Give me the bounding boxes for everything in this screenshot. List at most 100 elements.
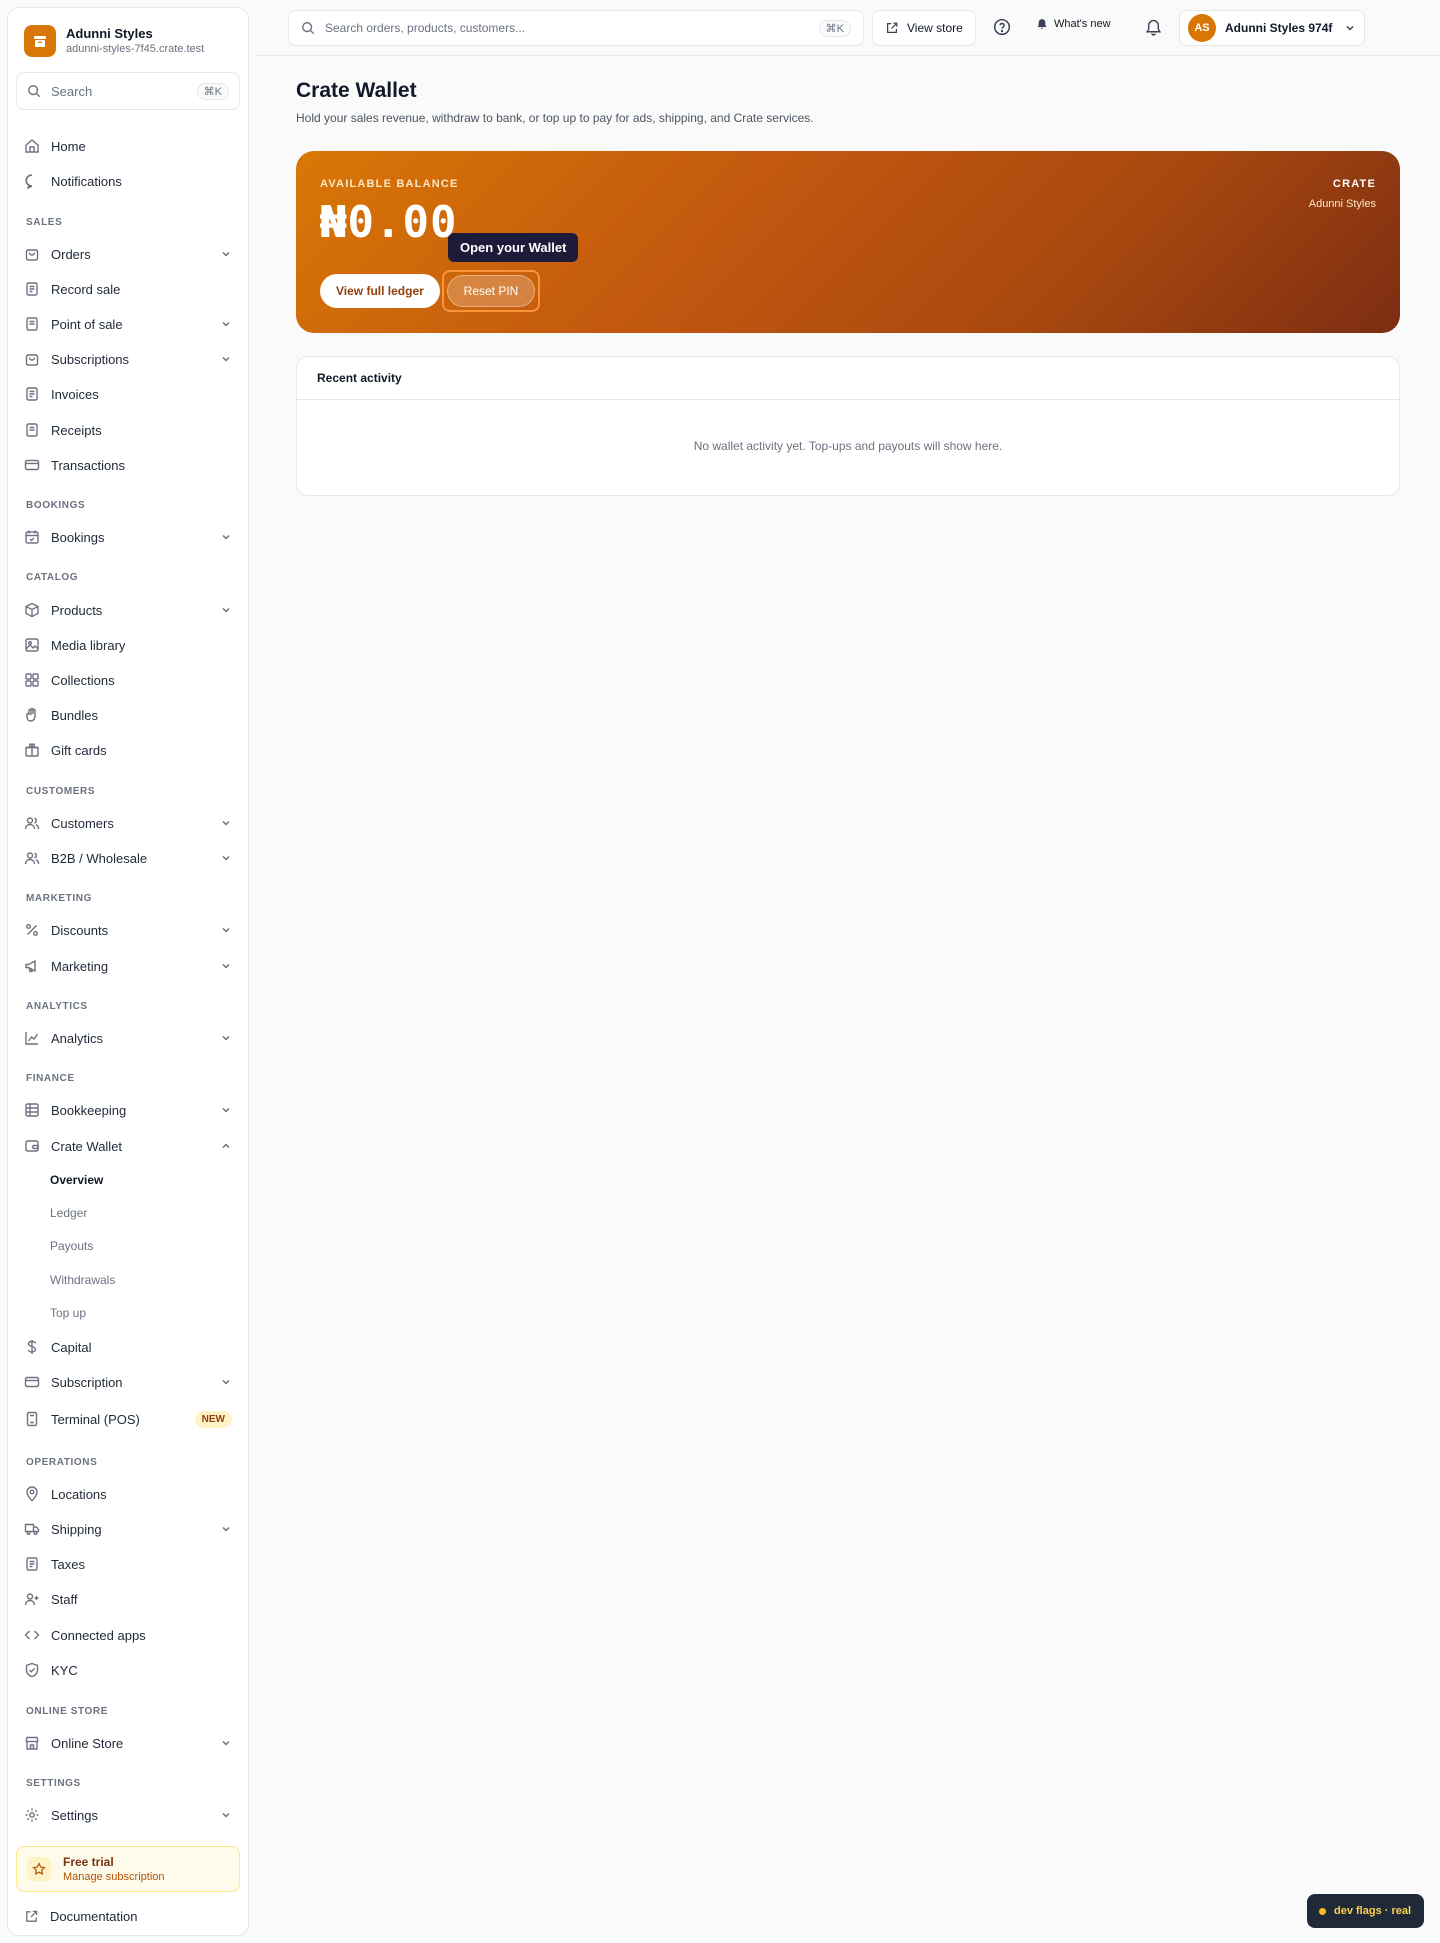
section-marketing: MARKETING: [26, 893, 92, 904]
sidebar-item-online-store[interactable]: Online Store: [16, 1728, 240, 1758]
help-circle-icon: [993, 18, 1011, 36]
chevron-down-icon: [222, 1812, 230, 1818]
sidebar-item-transactions[interactable]: Transactions: [16, 450, 240, 480]
pos-terminal-icon: [26, 1411, 38, 1427]
sidebar-item-b2b-wholesale[interactable]: B2B / Wholesale: [16, 843, 240, 873]
wallet-sub-top-up[interactable]: Top up: [50, 1306, 86, 1320]
wallet-sub-payouts[interactable]: Payouts: [50, 1239, 93, 1253]
wallet-sub-ledger[interactable]: Ledger: [50, 1206, 87, 1220]
documentation-link[interactable]: Documentation: [24, 1909, 137, 1924]
section-bookings: BOOKINGS: [26, 500, 86, 511]
sidebar-item-discounts[interactable]: Discounts: [16, 915, 240, 945]
chevron-down-icon: [222, 1379, 230, 1385]
sidebar-item-media-library[interactable]: Media library: [16, 630, 240, 660]
whats-new-button[interactable]: What's new: [1036, 18, 1111, 30]
notifications-button[interactable]: [1142, 16, 1164, 38]
wallet-sub-withdrawals[interactable]: Withdrawals: [50, 1273, 115, 1287]
receipt-icon: [26, 423, 38, 437]
credit-card-icon: [24, 1376, 40, 1388]
sidebar-item-orders[interactable]: Orders: [16, 239, 240, 269]
chevron-up-icon: [222, 1143, 230, 1149]
megaphone-icon: [25, 959, 36, 973]
sidebar-item-analytics[interactable]: Analytics: [16, 1023, 240, 1053]
table-icon: [25, 1103, 39, 1117]
recent-activity-empty-state: No wallet activity yet. Top-ups and payo…: [693, 439, 1003, 453]
sidebar-item-subscriptions[interactable]: Subscriptions: [16, 344, 240, 374]
global-search-input[interactable]: [325, 21, 819, 35]
page-title: Crate Wallet: [296, 79, 417, 102]
recent-activity-title: Recent activity: [297, 357, 1399, 400]
sidebar-item-collections[interactable]: Collections: [16, 665, 240, 695]
global-search[interactable]: ⌘K: [288, 10, 864, 46]
sidebar-item-customers[interactable]: Customers: [16, 808, 240, 838]
store-logo-icon: [24, 25, 56, 57]
section-sales: SALES: [26, 217, 63, 228]
users-icon: [24, 852, 40, 865]
search-icon: [28, 85, 41, 98]
sidebar-item-receipts[interactable]: Receipts: [16, 415, 240, 445]
percent-icon: [26, 924, 38, 936]
help-button[interactable]: [991, 16, 1013, 38]
free-trial-card[interactable]: Free trial Manage subscription: [16, 1846, 240, 1892]
sidebar-item-record-sale[interactable]: Record sale: [16, 274, 240, 304]
sidebar-item-shipping[interactable]: Shipping: [16, 1514, 240, 1544]
truck-icon: [24, 1523, 40, 1535]
balance-amount: ₦0.00: [320, 197, 458, 248]
section-online-store: ONLINE STORE: [26, 1706, 109, 1717]
wallet-sub-overview[interactable]: Overview: [50, 1173, 103, 1187]
sidebar-item-invoices[interactable]: Invoices: [16, 379, 240, 409]
manage-subscription-link[interactable]: Manage subscription: [63, 1870, 165, 1884]
view-store-button[interactable]: View store: [872, 10, 976, 46]
sidebar-item-bookkeeping[interactable]: Bookkeeping: [16, 1095, 240, 1125]
chevron-down-icon: [222, 927, 230, 933]
reset-pin-button[interactable]: Reset PIN: [447, 275, 535, 307]
bag-icon: [25, 354, 39, 366]
view-full-ledger-button[interactable]: View full ledger: [320, 274, 440, 308]
account-menu[interactable]: AS Adunni Styles 974f: [1179, 10, 1365, 46]
sidebar-search-label: Search: [51, 83, 93, 99]
sidebar-search[interactable]: Search ⌘K: [16, 72, 240, 110]
sidebar-item-kyc[interactable]: KYC: [16, 1655, 240, 1685]
sidebar-item-home[interactable]: Home: [16, 131, 240, 161]
chevron-down-icon: [222, 607, 230, 613]
document-icon: [26, 282, 38, 296]
sidebar-item-point-of-sale[interactable]: Point of sale: [16, 309, 240, 339]
sidebar-item-capital[interactable]: Capital: [16, 1332, 240, 1362]
calendar-icon: [25, 530, 39, 544]
balance-label: AVAILABLE BALANCE: [320, 178, 459, 190]
brand[interactable]: Adunni Styles adunni-styles-7f45.crate.t…: [24, 25, 204, 57]
chevron-down-icon: [222, 534, 230, 540]
sidebar-item-locations[interactable]: Locations: [16, 1479, 240, 1509]
section-finance: FINANCE: [26, 1073, 75, 1084]
sidebar-item-staff[interactable]: Staff: [16, 1584, 240, 1614]
sidebar-item-settings[interactable]: Settings: [16, 1800, 240, 1830]
sidebar-item-connected-apps[interactable]: Connected apps: [16, 1620, 240, 1650]
chat-bubble-icon: [25, 174, 33, 189]
recent-activity-panel: Recent activity No wallet activity yet. …: [296, 356, 1400, 496]
sidebar: Adunni Styles adunni-styles-7f45.crate.t…: [7, 7, 249, 1936]
user-plus-icon: [24, 1593, 39, 1606]
chevron-down-icon: [222, 1740, 230, 1746]
chevron-down-icon: [222, 356, 230, 362]
section-customers: CUSTOMERS: [26, 786, 96, 797]
chevron-down-icon: [222, 855, 230, 861]
bell-icon: [1145, 19, 1161, 36]
card-store-name: Adunni Styles: [1308, 198, 1376, 210]
section-operations: OPERATIONS: [26, 1457, 98, 1468]
sidebar-item-bookings[interactable]: Bookings: [16, 522, 240, 552]
chevron-down-icon: [222, 963, 230, 969]
global-search-shortcut: ⌘K: [818, 19, 851, 37]
sidebar-item-bundles[interactable]: Bundles: [16, 700, 240, 730]
sidebar-item-products[interactable]: Products: [16, 595, 240, 625]
sidebar-item-taxes[interactable]: Taxes: [16, 1549, 240, 1579]
store-domain: adunni-styles-7f45.crate.test: [66, 43, 205, 55]
sidebar-item-gift-cards[interactable]: Gift cards: [16, 735, 240, 765]
sidebar-item-subscription[interactable]: Subscription: [16, 1367, 240, 1397]
sidebar-item-marketing[interactable]: Marketing: [16, 951, 240, 981]
dev-flags-badge[interactable]: dev flags · real: [1307, 1894, 1424, 1928]
page-subtitle: Hold your sales revenue, withdraw to ban…: [296, 111, 814, 125]
sidebar-item-notifications[interactable]: Notifications: [16, 166, 240, 196]
sidebar-item-terminal-pos[interactable]: Terminal (POS) NEW: [16, 1404, 240, 1434]
open-wallet-tooltip: Open your Wallet: [448, 233, 579, 262]
sidebar-item-crate-wallet[interactable]: Crate Wallet: [16, 1131, 240, 1161]
